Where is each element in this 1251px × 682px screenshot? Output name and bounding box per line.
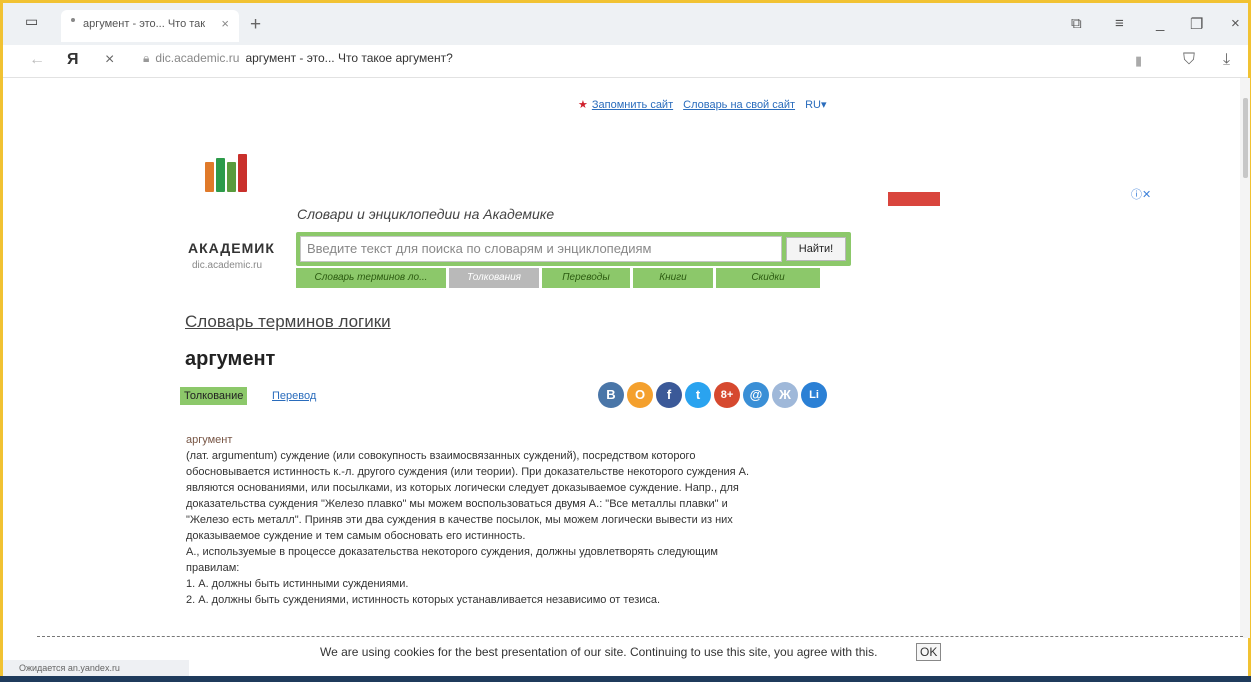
article-line: доказываемое суждение и тем самым обосно…: [186, 530, 526, 542]
title-bar: ▭ аргумент - это... Что так × + ⧉ ≡ _ ❐ …: [3, 3, 1248, 45]
article-line: являются основаниями, или посылками, из …: [186, 482, 739, 494]
close-window-icon[interactable]: ×: [1231, 15, 1240, 32]
status-bar: Ожидается an.yandex.ru: [3, 660, 189, 676]
site-top-links: ★ Запомнить сайт Словарь на свой сайт RU▾: [578, 98, 826, 111]
vk-share-icon[interactable]: В: [598, 382, 624, 408]
ok-share-icon[interactable]: О: [627, 382, 653, 408]
tab-close-icon[interactable]: ×: [221, 16, 229, 31]
facebook-share-icon[interactable]: f: [656, 382, 682, 408]
tab-translation[interactable]: Перевод: [272, 387, 316, 405]
tab-interpretation[interactable]: Толкование: [180, 387, 248, 405]
search-button[interactable]: Найти!: [786, 237, 846, 261]
yandex-icon[interactable]: Я: [67, 51, 79, 69]
category-tab-interpretations[interactable]: Толкования: [449, 268, 539, 288]
search-input[interactable]: Введите текст для поиска по словарям и э…: [300, 236, 782, 262]
remember-site-link[interactable]: Запомнить сайт: [592, 99, 673, 111]
lock-icon: 🔒︎: [143, 51, 150, 65]
google-plus-share-icon[interactable]: 8+: [714, 382, 740, 408]
site-tagline: Словари и энциклопедии на Академике: [297, 206, 555, 222]
dict-on-site-link[interactable]: Словарь на свой сайт: [683, 99, 795, 111]
cookie-ok-button[interactable]: OK: [916, 643, 942, 661]
stop-icon[interactable]: ×: [105, 51, 114, 69]
mail-share-icon[interactable]: @: [743, 382, 769, 408]
search-box: Введите текст для поиска по словарям и э…: [296, 232, 851, 266]
twitter-share-icon[interactable]: t: [685, 382, 711, 408]
article-line: 1. А. должны быть истинными суждениями.: [186, 578, 409, 590]
ad-info-icon[interactable]: ⓘ✕: [1131, 186, 1151, 202]
taskbar: [0, 676, 1251, 682]
bookmark-icon[interactable]: ▮: [1135, 53, 1142, 69]
browser-tab[interactable]: аргумент - это... Что так ×: [61, 10, 239, 42]
article-line: "Железо есть металл". Приняв эти два суж…: [186, 514, 733, 526]
brand-name: АКАДЕМИК: [188, 240, 275, 256]
restore-icon[interactable]: ❐: [1190, 15, 1203, 33]
new-tab-button[interactable]: +: [250, 15, 261, 34]
loading-icon: [71, 18, 75, 22]
category-tab-books[interactable]: Книги: [633, 268, 713, 288]
minimize-icon[interactable]: _: [1156, 15, 1164, 32]
article-line: правилам:: [186, 562, 240, 574]
article-line: 2. А. должны быть суждениями, истинность…: [186, 594, 661, 606]
article-headword: аргумент: [186, 434, 233, 446]
cookie-banner: We are using cookies for the best presen…: [37, 636, 1243, 665]
address-bar[interactable]: 🔒︎ dic.academic.ru аргумент - это... Что т…: [143, 51, 453, 66]
menu-icon[interactable]: ≡: [1115, 15, 1124, 32]
star-icon: ★: [578, 99, 588, 111]
lang-select[interactable]: RU▾: [805, 99, 826, 111]
article-body: аргумент (лат. argumentum) суждение (или…: [186, 432, 836, 608]
category-tab-discounts[interactable]: Скидки: [716, 268, 820, 288]
download-icon[interactable]: ⤓: [1223, 51, 1230, 69]
protect-icon[interactable]: ⛉: [1183, 51, 1195, 69]
livejournal-share-icon[interactable]: Ж: [772, 382, 798, 408]
dictionary-title[interactable]: Словарь терминов логики: [185, 312, 391, 332]
liveinternet-share-icon[interactable]: Li: [801, 382, 827, 408]
article-line: А., используемые в процессе доказательст…: [186, 546, 718, 558]
ad-banner[interactable]: [888, 192, 940, 206]
navigation-bar: ← Я × 🔒︎ dic.academic.ru аргумент - это...…: [3, 45, 1248, 78]
tabs-icon[interactable]: ▭: [25, 13, 38, 30]
category-tab-translations[interactable]: Переводы: [542, 268, 630, 288]
category-tab-dictionary[interactable]: Словарь терминов ло...: [296, 268, 446, 288]
url-page-title: аргумент - это... Что такое аргумент?: [245, 51, 453, 65]
bookmarks-icon[interactable]: ⧉: [1071, 15, 1082, 32]
url-domain: dic.academic.ru: [155, 51, 240, 65]
scrollbar-thumb[interactable]: [1243, 98, 1248, 178]
back-arrow-icon[interactable]: ←: [29, 51, 45, 69]
tab-title: аргумент - это... Что так: [83, 18, 206, 30]
article-word: аргумент: [185, 348, 276, 370]
article-line: доказательства суждения "Железо плавко" …: [186, 498, 728, 510]
article-line: обосновывается истинность к.-л. другого …: [186, 466, 750, 478]
cookie-text: We are using cookies for the best presen…: [320, 645, 878, 659]
article-line: (лат. argumentum) суждение (или совокупн…: [186, 450, 696, 462]
brand-domain[interactable]: dic.academic.ru: [192, 260, 262, 271]
